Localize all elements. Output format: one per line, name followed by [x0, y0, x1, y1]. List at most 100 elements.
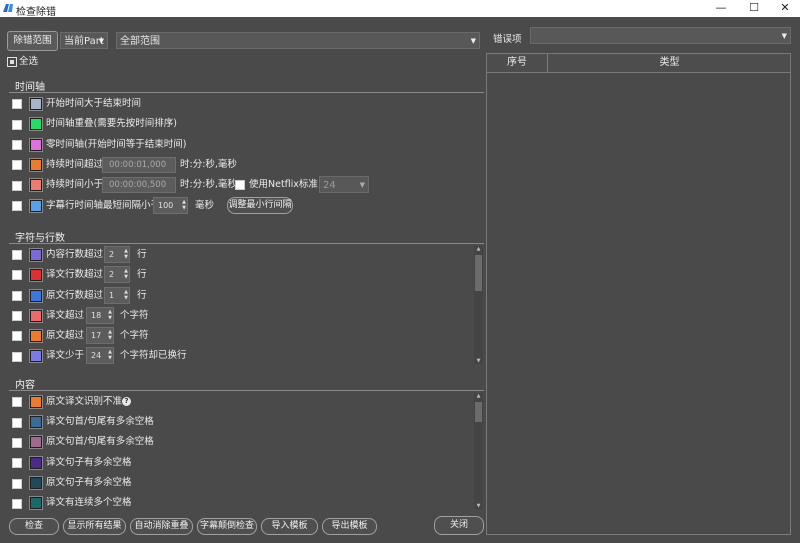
trans-lines-unit: 行 [137, 269, 147, 280]
label-duration-under: 持续时间小于 [46, 179, 104, 190]
checkbox-start-gt-end[interactable] [12, 99, 22, 109]
app-icon [3, 4, 13, 12]
scroll-down-icon[interactable]: ▼ [474, 503, 483, 509]
checkbox-trans-multi-spaces[interactable] [12, 499, 22, 509]
duration-over-input[interactable]: 00:00:01,000 [102, 157, 176, 173]
scroll-up-icon[interactable]: ▲ [474, 393, 483, 399]
checkbox-trans-lines[interactable] [12, 270, 22, 280]
title-bar: 检查除错 — ☐ ✕ [0, 0, 800, 18]
trans-chars-over-spinner[interactable]: 18 ▲ ▼ [86, 307, 114, 324]
checkbox-timeline-overlap[interactable] [12, 120, 22, 130]
scope-button[interactable]: 除错范围 [7, 31, 58, 51]
label-trans-chars-over: 译文超过 [46, 310, 85, 321]
min-gap-unit: 毫秒 [195, 200, 215, 211]
orig-chars-over-spinner[interactable]: 17 ▲ ▼ [86, 327, 114, 344]
content-lines-spinner[interactable]: 2 ▲ ▼ [104, 246, 130, 263]
netflix-select[interactable]: 24 ▼ [319, 176, 369, 193]
errors-select[interactable]: ▼ [530, 27, 791, 44]
color-swatch-duration-over [29, 158, 43, 172]
close-icon[interactable]: ✕ [770, 0, 800, 17]
checkbox-min-gap[interactable] [12, 201, 22, 211]
scroll-down-icon[interactable]: ▼ [474, 358, 483, 364]
spin-down-icon[interactable]: ▼ [108, 336, 112, 341]
spin-down-icon[interactable]: ▼ [124, 255, 128, 260]
minimize-icon[interactable]: — [706, 0, 736, 17]
spin-down-icon[interactable]: ▼ [108, 356, 112, 361]
auto-dedupe-button[interactable]: 自动消除重叠 [130, 518, 193, 535]
checkbox-orig-lines[interactable] [12, 291, 22, 301]
trans-chars-over-unit: 个字符 [120, 310, 149, 321]
duration-under-input[interactable]: 00:00:00,500 [102, 177, 176, 193]
select-all-checkbox[interactable] [7, 57, 17, 67]
duration-under-unit: 时:分:秒,毫秒 [180, 179, 237, 190]
checkbox-trans-edge-spaces[interactable] [12, 418, 22, 428]
checkbox-duration-over[interactable] [12, 160, 22, 170]
import-template-button[interactable]: 导入模板 [261, 518, 318, 535]
color-swatch-orig-extra-spaces [29, 476, 43, 490]
column-header-type[interactable]: 类型 [549, 54, 790, 72]
scrollbar-thumb[interactable] [475, 255, 482, 291]
checkbox-content-lines[interactable] [12, 250, 22, 260]
column-header-index[interactable]: 序号 [487, 54, 548, 72]
checkbox-trans-chars-over[interactable] [12, 311, 22, 321]
color-swatch-start-gt-end [29, 97, 43, 111]
lines-scrollbar[interactable]: ▲ ▼ [474, 246, 483, 364]
trans-chars-over-value: 18 [91, 311, 102, 320]
close-button[interactable]: 关闭 [434, 516, 484, 535]
check-button[interactable]: 检查 [9, 518, 59, 535]
label-start-gt-end: 开始时间大于结束时间 [46, 98, 142, 109]
min-gap-spinner[interactable]: 100 ▲ ▼ [153, 197, 188, 214]
part-select[interactable]: 当前Part ▼ [60, 32, 108, 49]
trans-chars-under-spinner[interactable]: 24 ▲ ▼ [86, 347, 114, 364]
trans-chars-under-unit: 个字符却已换行 [120, 350, 187, 361]
orig-lines-value: 1 [109, 291, 115, 300]
trans-lines-spinner[interactable]: 2 ▲ ▼ [104, 266, 130, 283]
checkbox-recognition[interactable] [12, 397, 22, 407]
help-icon[interactable]: ? [122, 397, 131, 406]
label-duration-over: 持续时间超过 [46, 159, 104, 170]
label-orig-chars-over: 原文超过 [46, 330, 85, 341]
range-select[interactable]: 全部范围 ▼ [116, 32, 480, 49]
orig-chars-over-value: 17 [91, 331, 102, 340]
checkbox-zero-timeline[interactable] [12, 140, 22, 150]
checkbox-duration-under[interactable] [12, 181, 22, 191]
spin-down-icon[interactable]: ▼ [124, 296, 128, 301]
checkbox-trans-chars-under[interactable] [12, 352, 22, 362]
chevron-down-icon: ▼ [781, 32, 787, 40]
chevron-down-icon: ▼ [359, 181, 365, 189]
content-scrollbar[interactable]: ▲ ▼ [474, 393, 483, 509]
scroll-up-icon[interactable]: ▲ [474, 246, 483, 252]
select-all-indicator [10, 60, 14, 64]
checkbox-orig-extra-spaces[interactable] [12, 479, 22, 489]
trans-chars-under-value: 24 [91, 351, 102, 360]
label-timeline-overlap: 时间轴重叠(需要先按时间排序) [46, 118, 177, 129]
color-swatch-trans-multi-spaces [29, 496, 43, 510]
maximize-icon[interactable]: ☐ [739, 0, 769, 17]
spin-down-icon[interactable]: ▼ [182, 206, 186, 211]
label-zero-timeline: 零时间轴(开始时间等于结束时间) [46, 139, 187, 150]
color-swatch-min-gap [29, 199, 43, 213]
subtitle-order-check-button[interactable]: 字幕颠倒检查 [197, 518, 257, 535]
netflix-select-value: 24 [323, 180, 336, 191]
checkbox-orig-chars-over[interactable] [12, 331, 22, 341]
errors-table[interactable]: 序号 类型 [486, 53, 791, 535]
label-trans-extra-spaces: 译文句子有多余空格 [46, 457, 132, 468]
checkbox-orig-edge-spaces[interactable] [12, 438, 22, 448]
label-orig-edge-spaces: 原文句首/句尾有多余空格 [46, 436, 154, 447]
spin-down-icon[interactable]: ▼ [124, 275, 128, 280]
section-divider [9, 390, 484, 391]
checkbox-netflix[interactable] [235, 180, 245, 190]
orig-lines-spinner[interactable]: 1 ▲ ▼ [104, 287, 130, 304]
label-orig-lines: 原文行数超过 [46, 290, 104, 301]
duration-over-unit: 时:分:秒,毫秒 [180, 159, 237, 170]
color-swatch-duration-under [29, 178, 43, 192]
adjust-min-gap-button[interactable]: 调整最小行间隔 [227, 197, 293, 214]
label-recognition: 原文译文识别不准 [46, 396, 123, 407]
export-template-button[interactable]: 导出模板 [322, 518, 377, 535]
color-swatch-trans-chars-under [29, 349, 43, 363]
spin-down-icon[interactable]: ▼ [108, 316, 112, 321]
checkbox-trans-extra-spaces[interactable] [12, 458, 22, 468]
show-all-results-button[interactable]: 显示所有结果 [63, 518, 126, 535]
color-swatch-recognition [29, 395, 43, 409]
scrollbar-thumb[interactable] [475, 402, 482, 422]
